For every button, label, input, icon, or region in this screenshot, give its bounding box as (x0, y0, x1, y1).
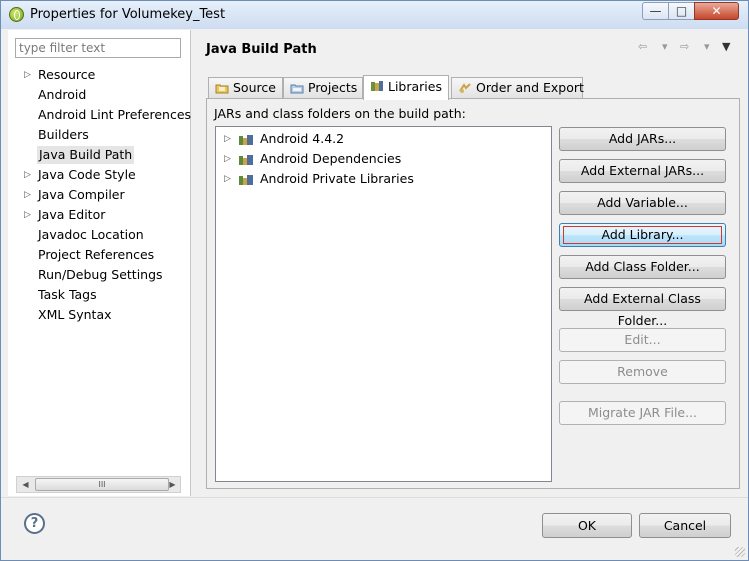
tree-item-label: Java Compiler (38, 187, 125, 202)
scroll-right-icon[interactable]: ▶ (165, 478, 180, 491)
tree-item-label: Javadoc Location (38, 227, 144, 242)
dialog-body: ▷ Resource Android Android Lint Preferen… (8, 30, 742, 496)
tree-item-android-lint-preferences[interactable]: Android Lint Preferences (38, 106, 191, 124)
tree-item-label: Task Tags (38, 287, 97, 302)
libraries-icon (371, 81, 383, 91)
cancel-button[interactable]: Cancel (639, 513, 731, 538)
tab-projects[interactable]: Projects (283, 77, 363, 98)
add-class-folder-button[interactable]: Add Class Folder... (559, 255, 726, 279)
add-variable-button[interactable]: Add Variable... (559, 191, 726, 215)
migrate-jar-button[interactable]: Migrate JAR File... (559, 401, 726, 425)
expand-arrow-icon[interactable]: ▷ (224, 130, 231, 148)
expand-arrow-icon[interactable]: ▷ (24, 66, 31, 84)
add-external-jars-button[interactable]: Add External JARs... (559, 159, 726, 183)
tab-label: Order and Export (476, 80, 584, 95)
minimize-button[interactable]: — (642, 2, 669, 20)
tab-label: Projects (308, 80, 358, 95)
help-icon[interactable]: ? (24, 513, 45, 534)
horizontal-scrollbar[interactable]: ◀ III ▶ (16, 476, 181, 493)
library-jar-icon (239, 155, 253, 165)
source-folder-icon (215, 84, 229, 94)
tree-item-project-references[interactable]: Project References (38, 246, 154, 264)
filter-input[interactable] (15, 38, 181, 58)
tree-item-label: Android (38, 87, 87, 102)
forward-menu-icon[interactable]: ▾ (704, 40, 710, 53)
expand-arrow-icon[interactable]: ▷ (24, 166, 31, 184)
build-path-tree[interactable]: ▷ Android 4.4.2 ▷ Android Dependencies ▷… (215, 126, 552, 482)
tree-item-label: Builders (38, 127, 89, 142)
tree-item-label: Run/Debug Settings (38, 267, 163, 282)
tree-item-java-build-path[interactable]: Java Build Path (37, 146, 135, 164)
tree-item-label: Java Code Style (38, 167, 136, 182)
tab-source[interactable]: Source (208, 77, 283, 98)
tree-item-label: Project References (38, 247, 155, 262)
tree-item-label: Resource (38, 67, 96, 82)
preference-tree-pane: ▷ Resource Android Android Lint Preferen… (8, 30, 191, 496)
ok-button[interactable]: OK (542, 513, 632, 538)
add-library-button[interactable]: Add Library... (559, 223, 726, 247)
tree-item-java-editor[interactable]: ▷ Java Editor (24, 206, 106, 224)
tree-item-label: Android Lint Preferences (38, 107, 192, 122)
projects-icon (290, 84, 304, 94)
remove-button[interactable]: Remove (559, 360, 726, 384)
tree-item-label: Java Build Path (39, 147, 133, 162)
build-path-label: JARs and class folders on the build path… (214, 106, 466, 121)
expand-arrow-icon[interactable]: ▷ (24, 206, 31, 224)
tree-item-run-debug-settings[interactable]: Run/Debug Settings (38, 266, 163, 284)
tab-order-and-export[interactable]: Order and Export (451, 77, 584, 98)
tab-libraries[interactable]: Libraries (363, 75, 449, 100)
order-export-icon (459, 83, 471, 93)
add-jars-button[interactable]: Add JARs... (559, 127, 726, 151)
tree-item-resource[interactable]: ▷ Resource (24, 66, 96, 84)
tree-item-java-code-style[interactable]: ▷ Java Code Style (24, 166, 136, 184)
forward-arrow-icon[interactable]: ⇨ (680, 40, 689, 53)
tree-item-label: Java Editor (38, 207, 106, 222)
library-jar-icon (239, 135, 253, 145)
tree-item-label: XML Syntax (38, 307, 112, 322)
expand-arrow-icon[interactable]: ▷ (224, 150, 231, 168)
resize-grip-icon[interactable] (735, 547, 745, 557)
view-menu-icon[interactable]: ▼ (722, 40, 730, 53)
title-bar[interactable]: Properties for Volumekey_Test — □ ✕ (1, 1, 748, 29)
maximize-button[interactable]: □ (668, 2, 695, 20)
scroll-left-icon[interactable]: ◀ (18, 478, 33, 491)
close-button[interactable]: ✕ (694, 2, 739, 20)
tree-item-android[interactable]: Android (38, 86, 86, 104)
library-label: Android 4.4.2 (260, 131, 345, 146)
tab-label: Source (233, 80, 276, 95)
expand-arrow-icon[interactable]: ▷ (24, 186, 31, 204)
page-title: Java Build Path (206, 42, 317, 57)
library-jar-icon (239, 175, 253, 185)
tree-item-javadoc-location[interactable]: Javadoc Location (38, 226, 144, 244)
eclipse-app-icon (9, 7, 24, 22)
back-arrow-icon[interactable]: ⇦ (638, 40, 647, 53)
page-navigation: ⇦ ▾ ⇨ ▾ ▼ (638, 40, 738, 58)
expand-arrow-icon[interactable]: ▷ (224, 170, 231, 188)
edit-button[interactable]: Edit... (559, 328, 726, 352)
tree-item-xml-syntax[interactable]: XML Syntax (38, 306, 112, 324)
tree-item-task-tags[interactable]: Task Tags (38, 286, 97, 304)
add-external-class-folder-button[interactable]: Add External Class Folder... (559, 287, 726, 328)
tree-item-builders[interactable]: Builders (38, 126, 89, 144)
properties-window: Properties for Volumekey_Test — □ ✕ ▷ Re… (0, 0, 749, 561)
library-label: Android Dependencies (260, 151, 402, 166)
tab-label: Libraries (388, 79, 442, 94)
window-title: Properties for Volumekey_Test (30, 7, 226, 22)
library-label: Android Private Libraries (260, 171, 414, 186)
footer-divider (1, 497, 748, 498)
tree-item-java-compiler[interactable]: ▷ Java Compiler (24, 186, 125, 204)
back-menu-icon[interactable]: ▾ (662, 40, 668, 53)
scrollbar-thumb[interactable]: III (35, 478, 169, 491)
